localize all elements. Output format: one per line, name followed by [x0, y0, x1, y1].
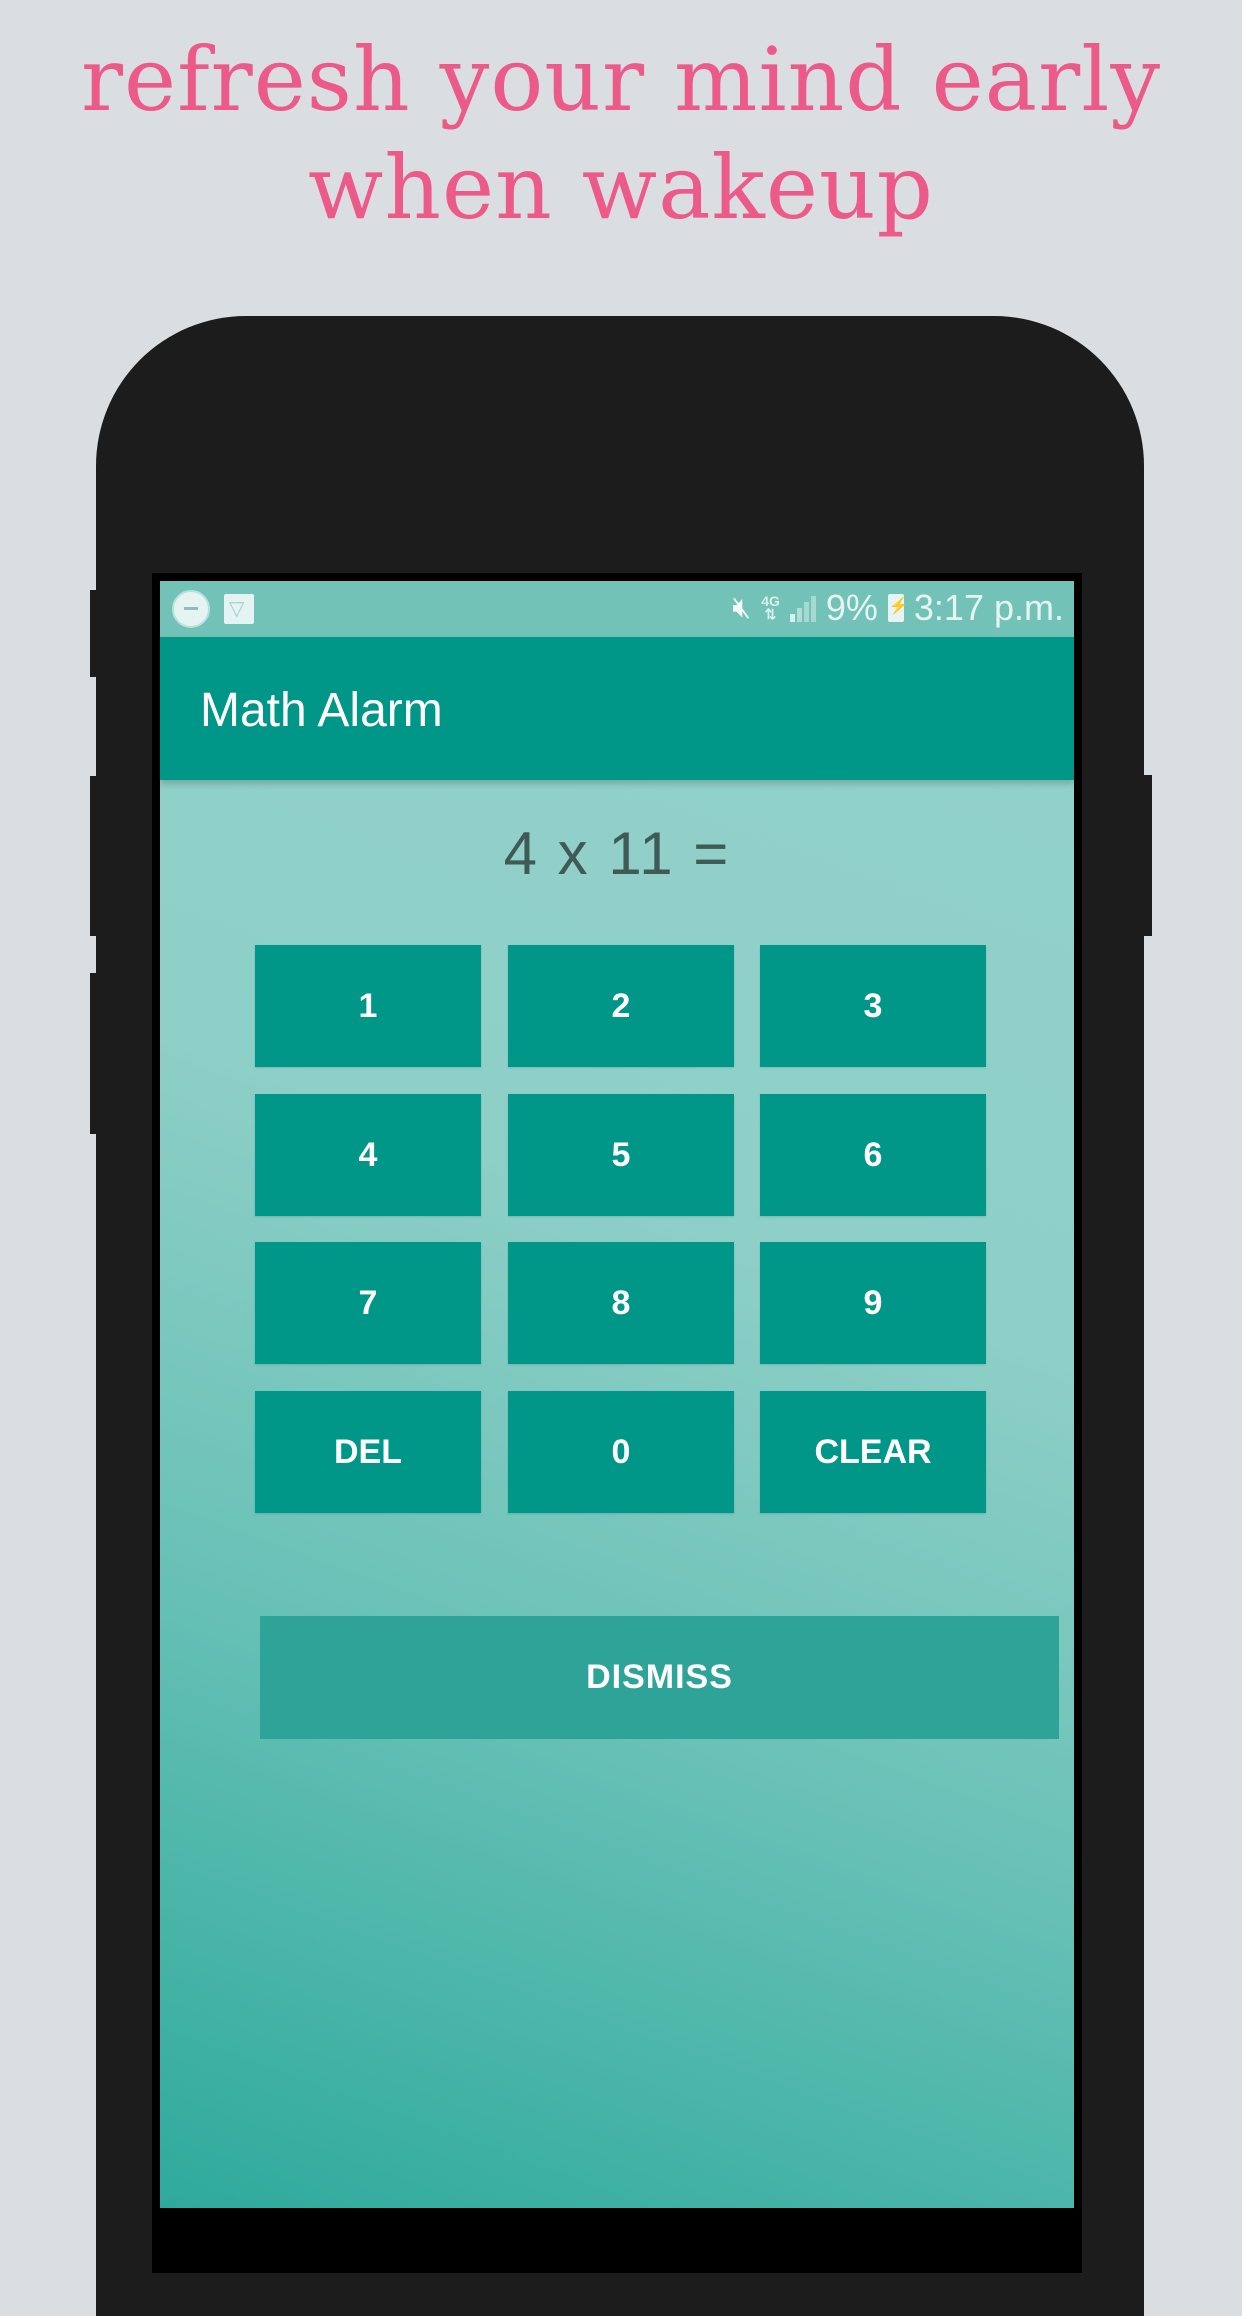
key-3[interactable]: 3	[760, 945, 986, 1067]
promo-headline-line-1: refresh your mind early	[80, 28, 1162, 131]
key-1[interactable]: 1	[255, 945, 481, 1067]
key-8[interactable]: 8	[508, 1242, 734, 1364]
status-time: 3:17 p.m.	[913, 587, 1064, 628]
dismiss-button[interactable]: DISMISS	[260, 1616, 1059, 1739]
status-bar: 🔇︎ 4G⇅ 9% 3:17 p.m.	[160, 581, 1074, 637]
math-question: 4 x 11 =	[503, 820, 731, 887]
email-notification-icon	[224, 594, 254, 624]
app-title: Math Alarm	[200, 684, 443, 737]
key-4[interactable]: 4	[255, 1094, 481, 1216]
delete-button[interactable]: DEL	[255, 1391, 481, 1513]
signal-icon	[789, 594, 816, 622]
promo-headline: refresh your mind early when wakeup	[0, 26, 1242, 242]
phone-screen: 🔇︎ 4G⇅ 9% 3:17 p.m. Math Alarm 4 x 11 = …	[160, 581, 1074, 2208]
alarm-clock-icon	[172, 590, 210, 628]
key-7[interactable]: 7	[255, 1242, 481, 1364]
key-9[interactable]: 9	[760, 1242, 986, 1364]
app-bar: Math Alarm	[160, 637, 1074, 780]
promo-headline-line-2: when wakeup	[308, 136, 934, 239]
status-bar-system: 🔇︎ 4G⇅ 9% 3:17 p.m.	[732, 587, 1064, 629]
battery-charging-icon	[887, 594, 909, 622]
mute-icon: 🔇︎	[732, 591, 752, 624]
key-2[interactable]: 2	[508, 945, 734, 1067]
key-5[interactable]: 5	[508, 1094, 734, 1216]
status-bar-notifications	[172, 590, 254, 628]
battery-percent: 9%	[825, 587, 878, 628]
key-6[interactable]: 6	[760, 1094, 986, 1216]
clear-button[interactable]: CLEAR	[760, 1391, 986, 1513]
key-0[interactable]: 0	[508, 1391, 734, 1513]
4g-lte-icon: 4G ⇅	[761, 593, 780, 622]
